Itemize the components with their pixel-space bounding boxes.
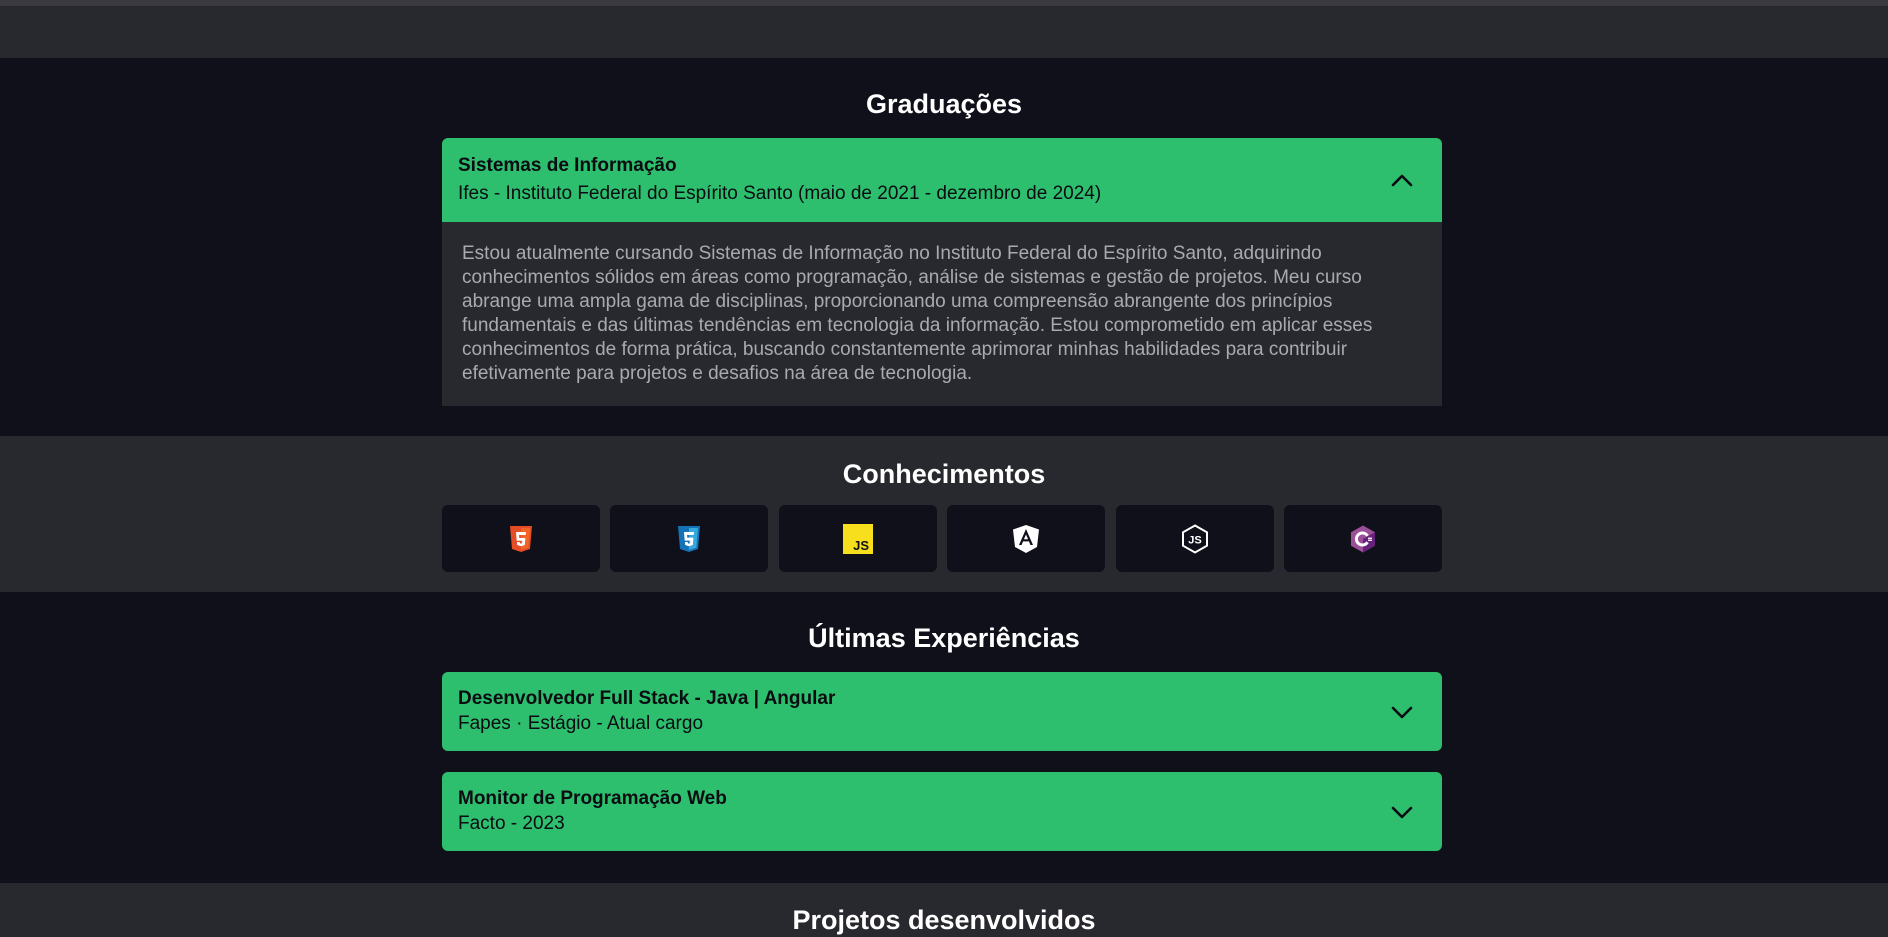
graduacao-description: Estou atualmente cursando Sistemas de In… [442, 222, 1442, 406]
chevron-up-icon[interactable] [1388, 166, 1416, 194]
graduacao-title: Sistemas de Informação [458, 155, 677, 176]
skill-card-css3[interactable] [610, 505, 768, 572]
skill-card-javascript[interactable]: JS [779, 505, 937, 572]
top-navbar [0, 0, 1888, 58]
graduacoes-title: Graduações [865, 89, 1023, 119]
experiencia-accordion-header[interactable]: Desenvolvedor Full Stack - Java | Angula… [442, 672, 1442, 751]
experiencia-title: Monitor de Programação Web [458, 788, 727, 809]
chevron-down-icon[interactable] [1388, 698, 1416, 726]
projetos-section: Projetos desenvolvidos [0, 883, 1888, 937]
html5-icon [506, 524, 536, 554]
experiencia-accordion-header[interactable]: Monitor de Programação Web Facto - 2023 [442, 772, 1442, 851]
svg-text:JS: JS [1188, 534, 1201, 546]
skill-card-csharp[interactable] [1284, 505, 1442, 572]
nodejs-icon: JS [1180, 523, 1210, 554]
graduacao-subtitle: Ifes - Instituto Federal do Espírito San… [458, 183, 1102, 204]
skill-card-nodejs[interactable]: JS [1116, 505, 1274, 572]
graduacao-accordion-header[interactable]: Sistemas de Informação Ifes - Instituto … [442, 138, 1442, 222]
experiencias-title: Últimas Experiências [808, 623, 1080, 653]
projetos-title: Projetos desenvolvidos [792, 905, 1096, 935]
skills-grid: JS JS [442, 505, 1442, 572]
experiencia-subtitle: Facto - 2023 [458, 813, 565, 834]
css3-icon [674, 524, 704, 554]
skill-card-html5[interactable] [442, 505, 600, 572]
experiencia-accordion: Monitor de Programação Web Facto - 2023 [442, 772, 1442, 851]
csharp-icon [1348, 524, 1378, 554]
experiencia-title: Desenvolvedor Full Stack - Java | Angula… [458, 688, 836, 709]
experiencia-subtitle: Fapes · Estágio - Atual cargo [458, 713, 704, 734]
graduacao-accordion: Sistemas de Informação Ifes - Instituto … [442, 138, 1442, 406]
angular-icon [1011, 524, 1041, 554]
conhecimentos-title: Conhecimentos [842, 459, 1046, 489]
experiencia-accordion: Desenvolvedor Full Stack - Java | Angula… [442, 672, 1442, 751]
chevron-down-icon[interactable] [1388, 798, 1416, 826]
skill-card-angular[interactable] [947, 505, 1105, 572]
svg-text:JS: JS [853, 538, 869, 553]
javascript-icon: JS [843, 523, 873, 554]
